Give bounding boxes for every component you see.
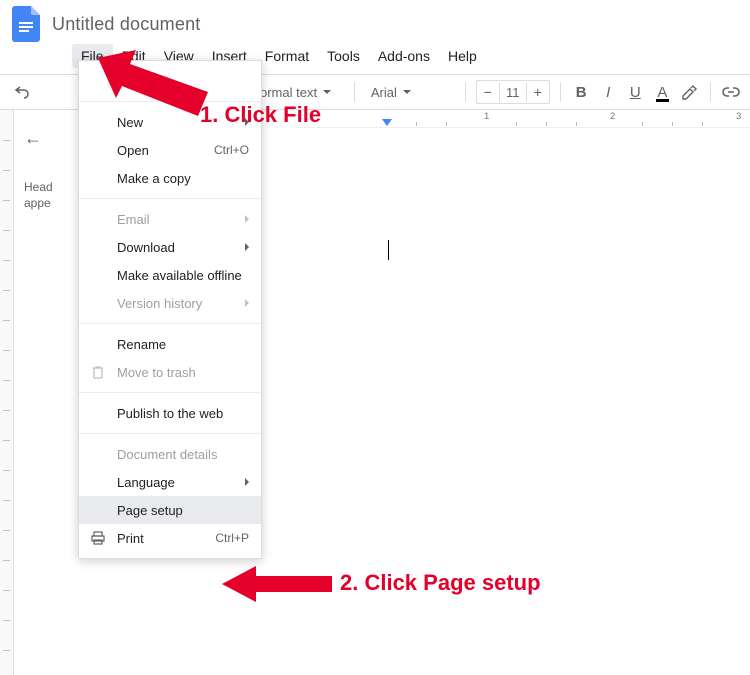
trash-icon — [89, 363, 107, 381]
chevron-down-icon — [403, 90, 411, 94]
chevron-down-icon — [323, 90, 331, 94]
text-cursor — [388, 240, 389, 260]
insert-link-button[interactable] — [721, 80, 742, 104]
submenu-arrow-icon — [245, 478, 249, 486]
menu-language[interactable]: Language — [79, 468, 261, 496]
submenu-arrow-icon — [245, 299, 249, 307]
menu-email: Email — [79, 205, 261, 233]
docs-logo[interactable] — [8, 6, 44, 42]
menu-version-history: Version history — [79, 289, 261, 317]
submenu-arrow-icon — [245, 215, 249, 223]
menu-make-copy[interactable]: Make a copy — [79, 164, 261, 192]
indent-marker-icon[interactable] — [382, 119, 392, 126]
font-label: Arial — [371, 85, 397, 100]
menu-new[interactable]: New — [79, 108, 261, 136]
italic-button[interactable]: I — [598, 80, 619, 104]
menu-publish[interactable]: Publish to the web — [79, 399, 261, 427]
menu-rename[interactable]: Rename — [79, 330, 261, 358]
font-size-control: − 11 + — [476, 80, 550, 104]
menu-offline[interactable]: Make available offline — [79, 261, 261, 289]
submenu-arrow-icon — [245, 243, 249, 251]
bold-button[interactable]: B — [571, 80, 592, 104]
print-icon — [89, 529, 107, 547]
font-select[interactable]: Arial — [365, 81, 455, 104]
undo-button[interactable] — [8, 80, 36, 104]
font-size-increase[interactable]: + — [527, 81, 549, 103]
menu-open[interactable]: OpenCtrl+O — [79, 136, 261, 164]
menu-share[interactable]: Share — [79, 67, 261, 95]
horizontal-ruler[interactable]: 1 2 3 — [296, 110, 750, 128]
outline-collapse-button[interactable]: ← — [24, 128, 70, 149]
file-menu-dropdown: Share New OpenCtrl+O Make a copy Email D… — [78, 60, 262, 559]
underline-button[interactable]: U — [625, 80, 646, 104]
document-title[interactable]: Untitled document — [52, 14, 200, 35]
outline-placeholder: Headappe — [24, 179, 70, 211]
document-page[interactable] — [296, 128, 750, 675]
menu-addons[interactable]: Add-ons — [369, 44, 439, 68]
menu-help[interactable]: Help — [439, 44, 486, 68]
highlight-button[interactable] — [679, 80, 700, 104]
paragraph-style-label: ormal text — [260, 85, 317, 100]
menu-print[interactable]: PrintCtrl+P — [79, 524, 261, 552]
menu-download[interactable]: Download — [79, 233, 261, 261]
menu-page-setup[interactable]: Page setup — [79, 496, 261, 524]
menu-doc-details: Document details — [79, 440, 261, 468]
vertical-ruler — [0, 110, 14, 675]
submenu-arrow-icon — [245, 118, 249, 126]
font-size-value[interactable]: 11 — [499, 83, 527, 102]
menu-tools[interactable]: Tools — [318, 44, 369, 68]
menu-move-trash: Move to trash — [79, 358, 261, 386]
menu-format[interactable]: Format — [256, 44, 318, 68]
font-size-decrease[interactable]: − — [477, 81, 499, 103]
outline-panel: ← Headappe — [14, 110, 76, 675]
text-color-button[interactable]: A — [652, 80, 673, 104]
paragraph-style-select[interactable]: ormal text — [254, 81, 344, 104]
